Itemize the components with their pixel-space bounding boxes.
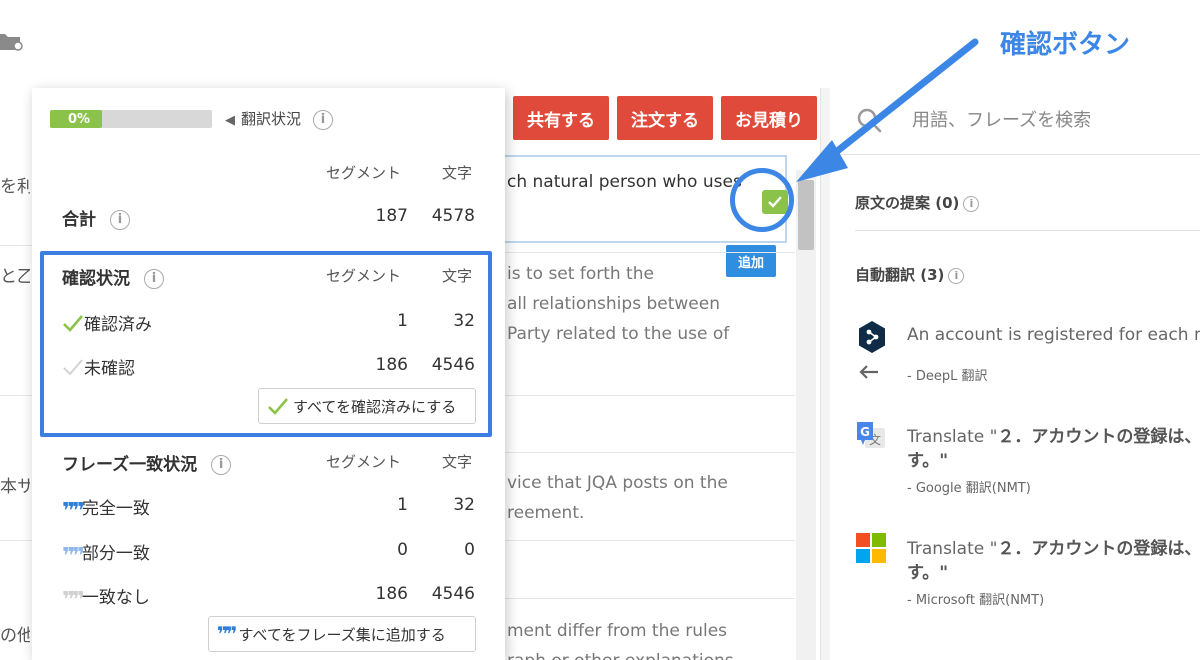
segment-source-fragment: の他 bbox=[0, 626, 30, 646]
svg-text:G: G bbox=[860, 425, 870, 439]
machine-translation-source: - Google 翻訳(NMT) bbox=[907, 481, 1031, 496]
info-icon[interactable]: i bbox=[963, 195, 980, 212]
add-all-to-phrases-button[interactable]: ❞❞ すべてをフレーズ集に追加する bbox=[208, 616, 476, 652]
search-icon[interactable] bbox=[855, 106, 883, 134]
arrow-left-icon[interactable] bbox=[858, 362, 880, 382]
info-icon[interactable]: i bbox=[110, 210, 130, 230]
caret-left-icon: ◀ bbox=[225, 113, 235, 128]
segment-source-fragment: を利 bbox=[0, 177, 30, 197]
segment-divider bbox=[505, 540, 795, 541]
quote-icon: ❞❞ bbox=[62, 588, 85, 613]
exact-match-row: ❞❞完全一致 bbox=[62, 499, 150, 524]
deepl-icon bbox=[859, 321, 885, 353]
segment-divider bbox=[505, 252, 795, 253]
translation-status-toggle[interactable]: ◀ 翻訳状況 i bbox=[225, 108, 334, 130]
callout-circle bbox=[730, 168, 794, 232]
machine-translation-text[interactable]: Translate "２．アカウントの登録は、 bbox=[907, 534, 1200, 559]
panel-divider bbox=[820, 88, 830, 660]
total-chars: 4578 bbox=[431, 206, 475, 226]
phrase-match-heading: フレーズ一致状況 i bbox=[62, 450, 232, 475]
progress-bar-fill: 0% bbox=[50, 110, 102, 128]
order-button[interactable]: 注文する bbox=[617, 96, 713, 140]
segment-text: raph or other explanations bbox=[507, 646, 734, 660]
segment-text: ment differ from the rules bbox=[507, 621, 728, 641]
folder-icon[interactable] bbox=[0, 28, 24, 54]
quote-icon: ❞❞ bbox=[217, 622, 238, 646]
partial-match-row: ❞❞部分一致 bbox=[62, 544, 150, 569]
chars-column-header: 文字 bbox=[442, 453, 473, 471]
quote-button[interactable]: お見積り bbox=[721, 96, 817, 140]
panel-divider bbox=[855, 230, 1200, 231]
panel-divider bbox=[830, 154, 1200, 155]
segment-divider bbox=[505, 598, 795, 599]
segment-divider bbox=[505, 395, 795, 396]
segment-source-fragment: 本サ bbox=[0, 477, 30, 497]
info-icon[interactable]: i bbox=[313, 109, 334, 130]
machine-translation-text[interactable]: Translate "２．アカウントの登録は、 bbox=[907, 422, 1200, 447]
confirmation-highlight-box bbox=[40, 251, 492, 437]
machine-translation-source: - Microsoft 翻訳(NMT) bbox=[907, 593, 1045, 608]
scrollbar-thumb[interactable] bbox=[798, 180, 814, 250]
segment-text: vice that JQA posts on the bbox=[507, 473, 728, 493]
active-segment-text: ch natural person who uses bbox=[507, 172, 742, 192]
info-icon[interactable]: i bbox=[211, 455, 232, 475]
info-icon[interactable]: i bbox=[948, 267, 965, 284]
exact-match-chars: 32 bbox=[453, 495, 475, 515]
segment-text: Party related to the use of bbox=[507, 324, 730, 344]
chars-column-header: 文字 bbox=[442, 164, 473, 182]
google-translate-icon: 文 G bbox=[857, 422, 885, 448]
segment-column-header: セグメント bbox=[326, 164, 402, 182]
segment-divider bbox=[505, 452, 795, 453]
machine-translation-text[interactable]: An account is registered for each nat bbox=[907, 325, 1200, 345]
source-suggestions-heading: 原文の提案 (0) i bbox=[855, 192, 980, 213]
share-button[interactable]: 共有する bbox=[513, 96, 609, 140]
segment-text: is to set forth the bbox=[507, 264, 654, 284]
machine-translation-source: - DeepL 翻訳 bbox=[907, 369, 988, 384]
auto-translation-heading: 自動翻訳 (3) i bbox=[855, 264, 965, 285]
segment-column-header: セグメント bbox=[326, 453, 402, 471]
segment-source-fragment: と乙 bbox=[0, 267, 30, 287]
machine-translation-text-continued: す。" bbox=[907, 563, 949, 583]
quote-icon: ❞❞ bbox=[62, 544, 85, 569]
total-label: 合計 i bbox=[62, 205, 130, 230]
confirm-button-callout-label: 確認ボタン bbox=[1000, 30, 1131, 60]
segment-text: all relationships between bbox=[507, 294, 720, 314]
segment-text: reement. bbox=[507, 503, 585, 523]
machine-translation-text-continued: す。" bbox=[907, 451, 949, 471]
partial-match-chars: 0 bbox=[464, 540, 475, 560]
microsoft-icon bbox=[856, 533, 886, 563]
add-button[interactable]: 追加 bbox=[726, 245, 776, 277]
no-match-chars: 4546 bbox=[431, 584, 475, 604]
no-match-row: ❞❞一致なし bbox=[62, 588, 150, 613]
term-search-input[interactable]: 用語、フレーズを検索 bbox=[912, 106, 1091, 132]
quote-icon: ❞❞ bbox=[62, 499, 85, 524]
